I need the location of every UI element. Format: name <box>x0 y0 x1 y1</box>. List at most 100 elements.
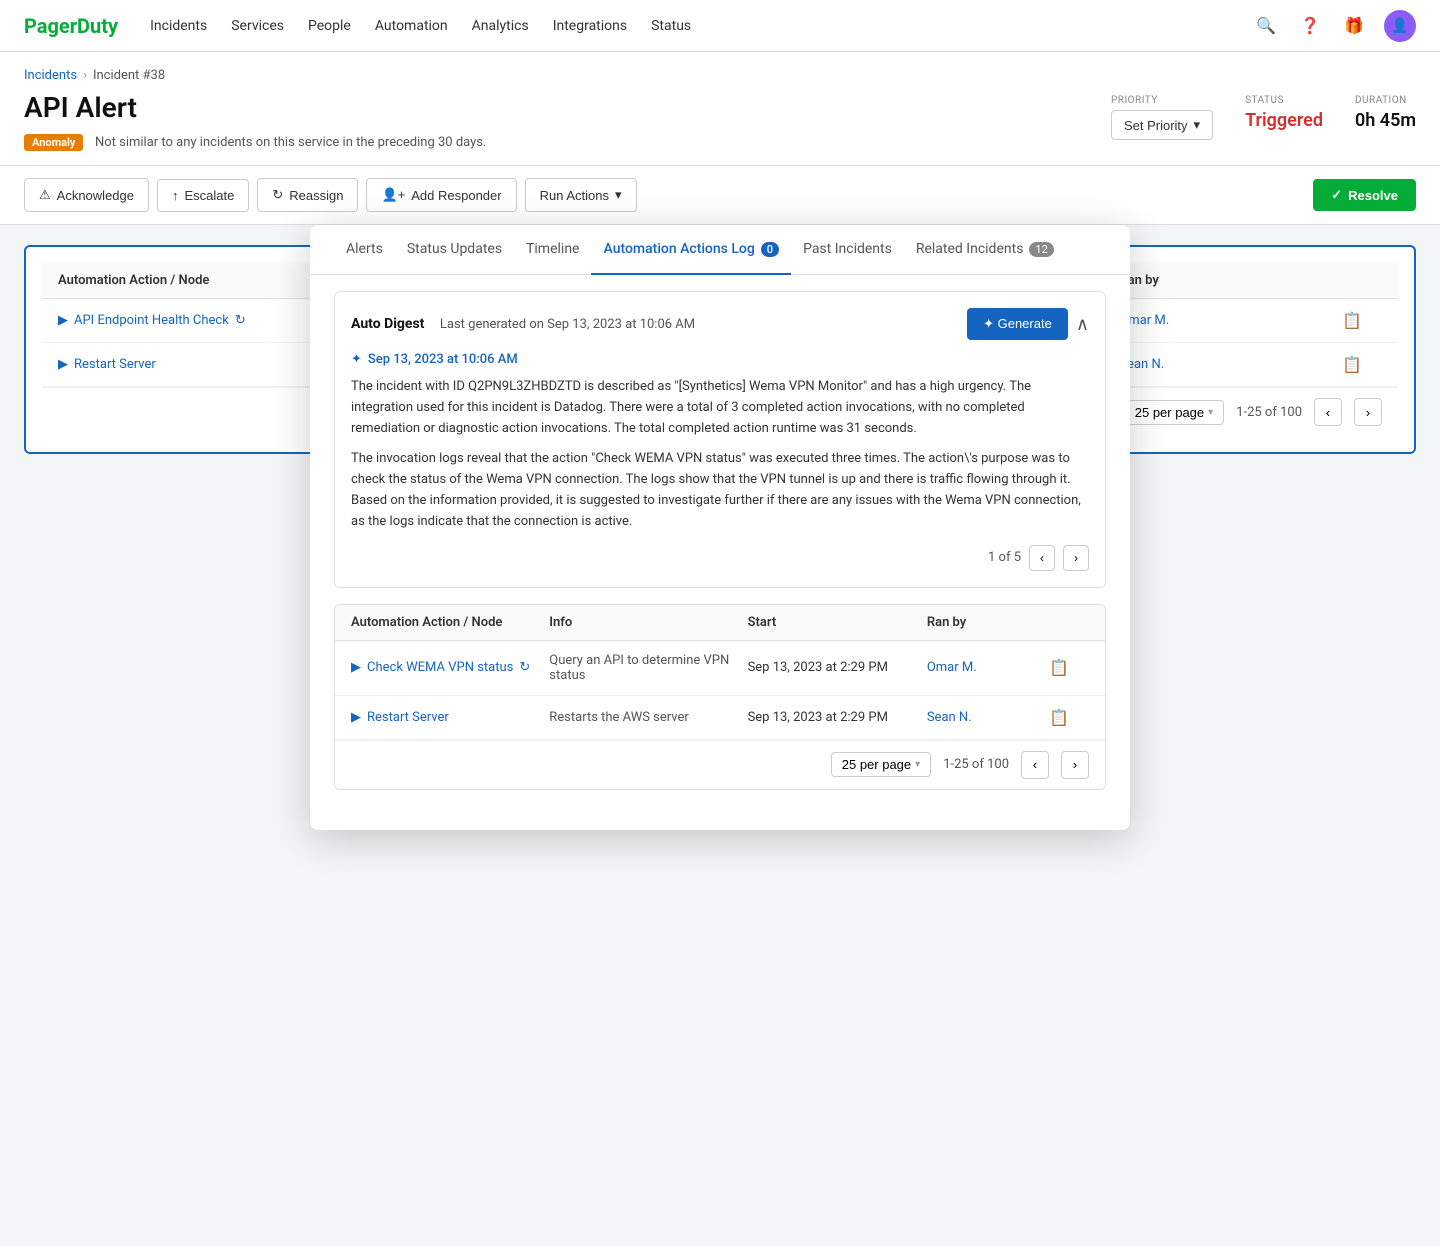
escalate-button[interactable]: ↑ Escalate <box>157 179 249 212</box>
modal-row1-start: Sep 13, 2023 at 2:29 PM <box>748 660 919 675</box>
modal-row2-info: Restarts the AWS server <box>549 710 739 725</box>
col-copy <box>1049 615 1089 630</box>
bg-prev-button[interactable]: ‹ <box>1314 398 1342 426</box>
bg-per-page-button[interactable]: 25 per page ▾ <box>1124 400 1224 425</box>
modal-row2-ran[interactable]: Sean N. <box>927 710 1041 725</box>
nav-items: Incidents Services People Automation Ana… <box>150 14 1252 38</box>
modal-row1-loading-icon: ↻ <box>519 660 530 675</box>
digest-prev-button[interactable]: ‹ <box>1029 545 1055 571</box>
bg-row1-ran[interactable]: Omar M. <box>1119 313 1334 328</box>
duration-value: 0h 45m <box>1355 110 1416 131</box>
nav-analytics[interactable]: Analytics <box>472 14 529 38</box>
run-actions-chevron-icon: ▾ <box>615 187 622 203</box>
page-header: Incidents › Incident #38 API Alert Anoma… <box>0 52 1440 166</box>
digest-page-count: 1 of 5 <box>988 550 1021 565</box>
priority-chevron-icon: ▾ <box>1194 117 1201 133</box>
status-label: STATUS <box>1245 95 1323 106</box>
col-start: Start <box>748 615 919 630</box>
col-ran: Ran by <box>927 615 1041 630</box>
digest-timestamp: ✦ Sep 13, 2023 at 10:06 AM <box>351 352 1089 367</box>
bg-row1-copy-icon[interactable]: 📋 <box>1342 311 1382 330</box>
modal-row2-expand-icon: ▶ <box>351 710 361 725</box>
digest-next-button[interactable]: › <box>1063 545 1089 571</box>
acknowledge-icon: ⚠ <box>39 187 51 203</box>
tab-automation-actions-log[interactable]: Automation Actions Log 0 <box>591 225 791 275</box>
resolve-button[interactable]: ✓ Resolve <box>1313 179 1416 211</box>
modal-table-row-2: ▶ Restart Server Restarts the AWS server… <box>335 696 1105 740</box>
breadcrumb-separator: › <box>83 68 87 83</box>
modal-prev-button[interactable]: ‹ <box>1021 751 1049 779</box>
reassign-button[interactable]: ↻ Reassign <box>257 178 358 212</box>
user-avatar[interactable]: 👤 <box>1384 10 1416 42</box>
acknowledge-label: Acknowledge <box>57 188 134 203</box>
page-title: API Alert <box>24 91 1111 124</box>
digest-pagination: 1 of 5 ‹ › <box>351 545 1089 571</box>
search-icon[interactable]: 🔍 <box>1252 12 1280 40</box>
run-actions-button[interactable]: Run Actions ▾ <box>525 178 637 212</box>
breadcrumb-current: Incident #38 <box>93 68 165 83</box>
tab-related-incidents[interactable]: Related Incidents 12 <box>904 225 1066 275</box>
escalate-label: Escalate <box>184 188 234 203</box>
bg-row2-ran[interactable]: Sean N. <box>1119 357 1334 372</box>
modal-row2-start: Sep 13, 2023 at 2:29 PM <box>748 710 919 725</box>
modal-per-page-button[interactable]: 25 per page ▾ <box>831 752 931 777</box>
breadcrumb: Incidents › Incident #38 <box>24 68 1416 83</box>
modal: Alerts Status Updates Timeline Automatio… <box>310 225 1130 830</box>
modal-per-page-chevron: ▾ <box>915 759 920 770</box>
digest-timestamp-label: Sep 13, 2023 at 10:06 AM <box>368 352 518 367</box>
bg-col-copy <box>1342 273 1382 288</box>
modal-pagination-label: 1-25 of 100 <box>943 757 1009 772</box>
nav-incidents[interactable]: Incidents <box>150 14 207 38</box>
modal-row1-copy-icon[interactable]: 📋 <box>1049 658 1089 677</box>
breadcrumb-incidents-link[interactable]: Incidents <box>24 68 77 83</box>
gift-icon[interactable]: 🎁 <box>1340 12 1368 40</box>
action-bar: ⚠ Acknowledge ↑ Escalate ↻ Reassign 👤+ A… <box>0 166 1440 225</box>
tab-timeline[interactable]: Timeline <box>514 225 591 275</box>
bg-pagination-label: 1-25 of 100 <box>1236 405 1302 420</box>
modal-table-pagination: 25 per page ▾ 1-25 of 100 ‹ › <box>335 740 1105 789</box>
modal-row2-action[interactable]: ▶ Restart Server <box>351 710 541 725</box>
tab-past-incidents[interactable]: Past Incidents <box>791 225 904 275</box>
bg-col-ran: Ran by <box>1119 273 1334 288</box>
nav-icons: 🔍 ❓ 🎁 👤 <box>1252 10 1416 42</box>
nav-automation[interactable]: Automation <box>375 14 448 38</box>
generate-button[interactable]: ✦ Generate <box>967 308 1068 340</box>
bg-next-button[interactable]: › <box>1354 398 1382 426</box>
duration-label: DURATION <box>1355 95 1416 106</box>
nav-people[interactable]: People <box>308 14 351 38</box>
status-value: Triggered <box>1245 110 1323 131</box>
nav-status[interactable]: Status <box>651 14 691 38</box>
digest-paragraph-2: The invocation logs reveal that the acti… <box>351 449 1089 532</box>
bg-row2-expand-icon: ▶ <box>58 357 68 372</box>
acknowledge-button[interactable]: ⚠ Acknowledge <box>24 178 149 212</box>
anomaly-description: Not similar to any incidents on this ser… <box>95 135 486 150</box>
modal-next-button[interactable]: › <box>1061 751 1089 779</box>
bg-row2-action-label: Restart Server <box>74 357 156 372</box>
set-priority-button[interactable]: Set Priority ▾ <box>1111 110 1213 140</box>
tab-status-updates[interactable]: Status Updates <box>395 225 514 275</box>
bg-row2-copy-icon[interactable]: 📋 <box>1342 355 1382 374</box>
digest-title-area: Auto Digest Last generated on Sep 13, 20… <box>351 316 695 332</box>
automation-table-header: Automation Action / Node Info Start Ran … <box>335 605 1105 641</box>
bg-row1-expand-icon: ▶ <box>58 313 68 328</box>
tab-alerts[interactable]: Alerts <box>334 225 395 275</box>
run-actions-label: Run Actions <box>540 188 609 203</box>
add-responder-button[interactable]: 👤+ Add Responder <box>366 178 516 212</box>
modal-table-row-1: ▶ Check WEMA VPN status ↻ Query an API t… <box>335 641 1105 696</box>
modal-per-page-label: 25 per page <box>842 757 911 772</box>
nav-services[interactable]: Services <box>231 14 284 38</box>
modal-row2-copy-icon[interactable]: 📋 <box>1049 708 1089 727</box>
nav-integrations[interactable]: Integrations <box>553 14 627 38</box>
duration-group: DURATION 0h 45m <box>1355 95 1416 131</box>
header-meta: PRIORITY Set Priority ▾ STATUS Triggered… <box>1111 91 1416 140</box>
tab-past-incidents-label: Past Incidents <box>803 241 892 257</box>
col-action: Automation Action / Node <box>351 615 541 630</box>
modal-row1-ran[interactable]: Omar M. <box>927 660 1041 675</box>
modal-row1-action[interactable]: ▶ Check WEMA VPN status ↻ <box>351 660 541 675</box>
logo[interactable]: PagerDuty <box>24 14 118 38</box>
sparkle-icon: ✦ <box>351 352 362 367</box>
tab-status-updates-label: Status Updates <box>407 241 502 257</box>
collapse-button[interactable]: ∧ <box>1076 314 1089 335</box>
modal-tabs: Alerts Status Updates Timeline Automatio… <box>310 225 1130 275</box>
help-icon[interactable]: ❓ <box>1296 12 1324 40</box>
